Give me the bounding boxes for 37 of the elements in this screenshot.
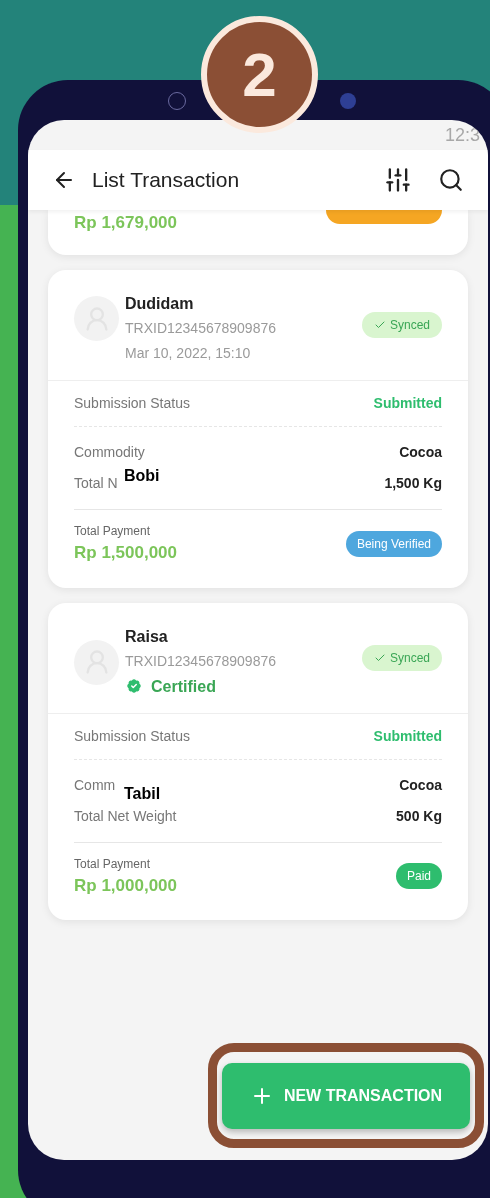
farmer-name: Raisa xyxy=(125,626,169,647)
submission-label: Submission Status xyxy=(74,394,190,413)
detail-label: Total N xyxy=(74,474,118,493)
status-time: 12:3 xyxy=(444,124,480,147)
avatar-icon xyxy=(74,639,119,685)
screen-title: List Transaction xyxy=(92,167,241,194)
certified-label: Certified xyxy=(151,676,216,697)
certified-icon xyxy=(125,677,143,695)
transaction-card[interactable]: Dudidam TRXID12345678909876 Mar 10, 2022, 15:10 Synced Submission Status Submitted Commodity Cocoa Total N Bobi 1,500 Kg Total Payment Rp 1,500,000 Being Verified xyxy=(48,270,468,588)
detail-label: Total Net Weight xyxy=(74,806,177,826)
detail-value: 1,500 Kg xyxy=(384,474,442,493)
payment-amount: Rp 1,500,000 xyxy=(74,542,177,564)
payment-label: Total Payment xyxy=(74,855,152,873)
submission-value: Submitted xyxy=(373,726,442,746)
payment-amount: Rp 1,679,000 xyxy=(74,212,177,234)
submission-label: Submission Status xyxy=(74,726,190,746)
sync-status-badge: Synced xyxy=(361,312,442,338)
detail-label: Commodity xyxy=(74,443,145,462)
payment-status-badge: Being Verified xyxy=(345,530,442,557)
transaction-id: TRXID12345678909876 xyxy=(125,651,277,671)
payment-amount: Rp 1,000,000 xyxy=(74,874,177,897)
sync-status-badge: Synced xyxy=(361,644,442,671)
sensor-icon xyxy=(340,93,356,109)
search-button[interactable] xyxy=(438,167,464,193)
detail-label: Comm xyxy=(74,775,116,795)
avatar-icon xyxy=(74,296,119,341)
transaction-date: Mar 10, 2022, 15:10 xyxy=(125,344,252,363)
detail-value: Cocoa xyxy=(399,775,442,795)
farmer-name: Dudidam xyxy=(125,294,195,314)
detail-value: 500 Kg xyxy=(396,806,442,826)
payment-status-badge: Paid xyxy=(395,863,442,890)
transaction-card[interactable]: Raisa TRXID12345678909876 Certified Synced Submission Status Submitted Comm Tabil Cocoa Total Net Weight 500 Kg Total Payment Rp 1,000,000 Paid xyxy=(48,602,468,920)
detail-value: Cocoa xyxy=(399,443,442,462)
payment-label: Total Payment xyxy=(74,523,152,540)
filter-button[interactable] xyxy=(384,166,412,194)
submission-value: Submitted xyxy=(373,394,442,413)
transaction-id: TRXID12345678909876 xyxy=(125,319,277,338)
